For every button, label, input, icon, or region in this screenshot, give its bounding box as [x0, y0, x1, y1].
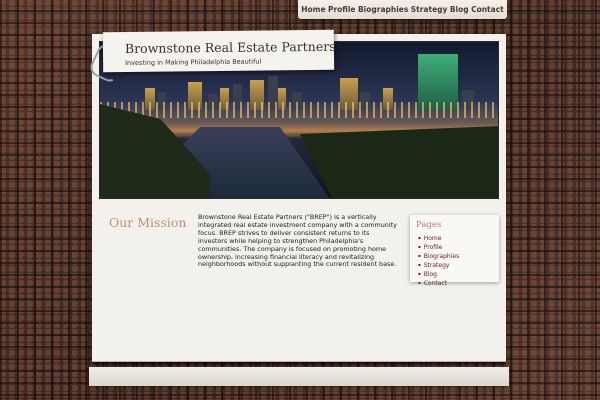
- footer-bar: [89, 367, 509, 386]
- pages-link-contact[interactable]: Contact: [418, 279, 459, 288]
- nav-blog[interactable]: Blog: [450, 5, 469, 14]
- nav-profile[interactable]: Profile: [328, 5, 356, 14]
- pages-link-biographies[interactable]: Biographies: [418, 252, 460, 261]
- nav-home[interactable]: Home: [301, 5, 325, 14]
- nav-biographies[interactable]: Biographies: [358, 5, 408, 14]
- pages-link-profile[interactable]: Profile: [418, 243, 459, 252]
- pages-list: Home Profile Biographies Strategy Blog C…: [418, 234, 460, 288]
- pages-heading: Pages: [416, 220, 442, 230]
- site-tagline: Investing in Making Philadelphia Beautif…: [125, 57, 262, 67]
- nav-strategy[interactable]: Strategy: [411, 5, 448, 14]
- pages-link-home[interactable]: Home: [418, 234, 459, 243]
- pages-link-blog[interactable]: Blog: [418, 270, 459, 279]
- nav-contact[interactable]: Contact: [471, 5, 504, 14]
- pages-widget: Pages Home Profile Biographies Strategy …: [410, 215, 499, 287]
- site-header-tag: Brownstone Real Estate Partners Investin…: [102, 29, 336, 73]
- panel-bottom-shadow: [92, 361, 506, 365]
- pages-link-strategy[interactable]: Strategy: [418, 261, 459, 270]
- site-title[interactable]: Brownstone Real Estate Partners: [125, 39, 336, 56]
- mission-text: Brownstone Real Estate Partners ("BREP")…: [198, 213, 397, 269]
- top-nav: Home Profile Biographies Strategy Blog C…: [298, 0, 507, 19]
- mission-heading: Our Mission: [109, 215, 187, 230]
